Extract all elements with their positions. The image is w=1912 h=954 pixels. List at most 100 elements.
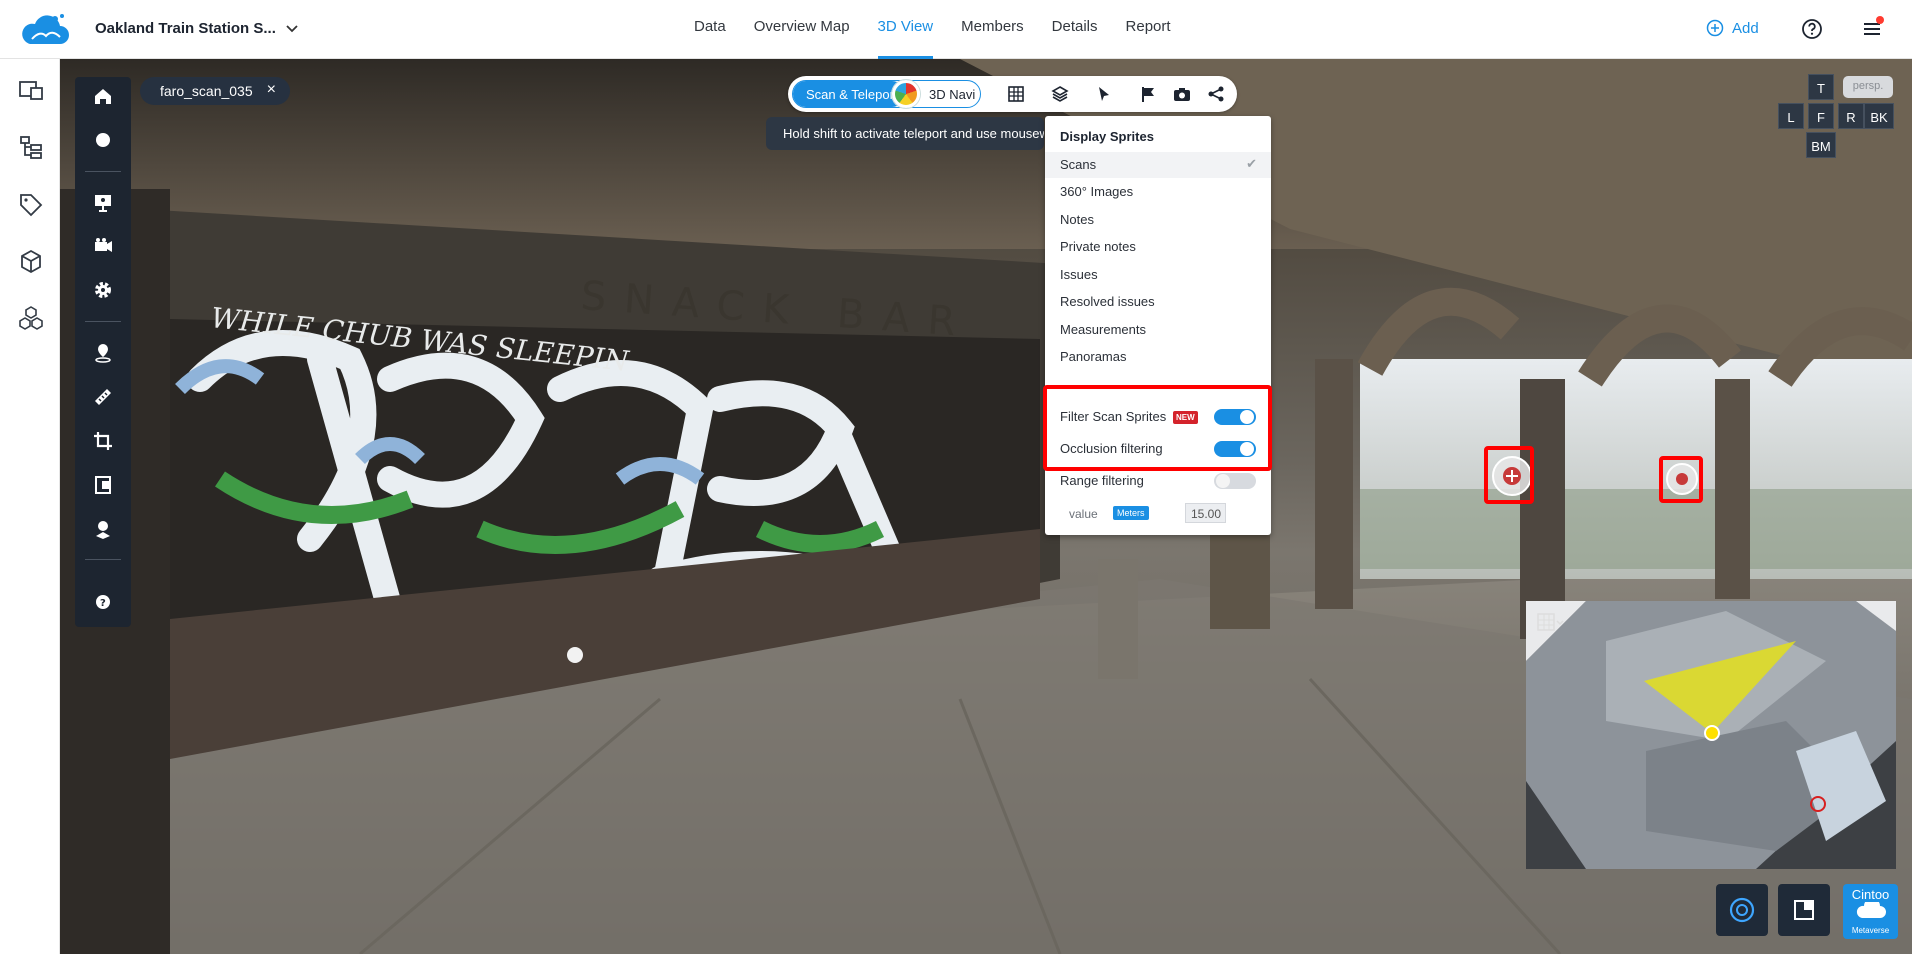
checkmark-icon: ✔ xyxy=(1246,156,1257,171)
sphere-icon xyxy=(96,133,110,147)
scan-station-button[interactable] xyxy=(89,515,117,543)
clipping-icon xyxy=(95,476,111,494)
project-name[interactable]: Oakland Train Station S... xyxy=(95,20,276,37)
tab-report[interactable]: Report xyxy=(1112,0,1185,59)
range-filtering-label: Range filtering xyxy=(1060,473,1144,488)
layers-icon[interactable] xyxy=(1050,84,1070,104)
display-sprites-title: Display Sprites xyxy=(1060,129,1154,144)
sprite-item-notes[interactable]: Notes xyxy=(1045,207,1271,233)
presentation-icon xyxy=(95,195,111,212)
scan-chip[interactable]: faro_scan_035 × xyxy=(140,77,290,105)
sprite-item-scans[interactable]: Scans ✔ xyxy=(1045,152,1271,178)
add-label: Add xyxy=(1732,19,1759,37)
tab-members[interactable]: Members xyxy=(947,0,1038,59)
tool-divider xyxy=(85,321,121,322)
clipping-button[interactable] xyxy=(89,471,117,499)
range-value-label: value xyxy=(1069,507,1098,521)
scan-chip-label: faro_scan_035 xyxy=(160,83,253,99)
sprite-item-panoramas[interactable]: Panoramas xyxy=(1045,344,1271,370)
sphere-button[interactable] xyxy=(89,126,117,154)
svg-text:?: ? xyxy=(100,598,106,609)
chevron-down-icon[interactable] xyxy=(284,18,300,38)
range-value-input[interactable]: 15.00 xyxy=(1185,503,1226,523)
sprite-item-resolved-issues[interactable]: Resolved issues xyxy=(1045,289,1271,315)
minimap-icon xyxy=(1794,900,1814,920)
view-top-button[interactable]: T xyxy=(1808,74,1834,100)
compass-button[interactable] xyxy=(1716,884,1768,936)
mode-toggle[interactable]: Scan & Teleport 3D Navi xyxy=(792,80,981,108)
share-icon[interactable] xyxy=(1206,84,1226,104)
highlight-box-sprite-1 xyxy=(1484,446,1534,504)
metaverse-bottom-label: Metaverse xyxy=(1851,926,1890,935)
left-rail xyxy=(0,59,60,954)
view-front-button[interactable]: F xyxy=(1808,103,1834,129)
sprite-item-issues[interactable]: Issues xyxy=(1045,262,1271,288)
tag-icon[interactable] xyxy=(17,191,45,219)
highlight-box-filters xyxy=(1043,385,1272,471)
home-button[interactable] xyxy=(89,82,117,110)
sprite-item-private-notes[interactable]: Private notes xyxy=(1045,234,1271,260)
mode-switch-knob-icon[interactable] xyxy=(892,80,920,108)
projects-icon[interactable] xyxy=(17,77,45,105)
tool-panel: ? xyxy=(75,77,131,627)
scan-station-icon xyxy=(96,521,110,539)
location-pin-icon xyxy=(95,344,111,363)
sprite-item-360-images[interactable]: 360° Images xyxy=(1045,179,1271,205)
range-filtering-toggle[interactable] xyxy=(1214,473,1256,489)
home-icon xyxy=(95,89,111,104)
cubes-icon[interactable] xyxy=(17,305,45,333)
camera-video-button[interactable] xyxy=(89,232,117,260)
tab-3d-view[interactable]: 3D View xyxy=(864,0,948,59)
sprite-item-label: Scans xyxy=(1060,157,1097,172)
cloud-logo-icon xyxy=(1856,898,1886,918)
nav-tabs: Data Overview Map 3D View Members Detail… xyxy=(680,0,1185,59)
camera-icon[interactable] xyxy=(1172,84,1192,104)
tab-details[interactable]: Details xyxy=(1038,0,1112,59)
help-icon: ? xyxy=(96,595,110,609)
meters-badge: Meters xyxy=(1113,506,1149,520)
notification-dot xyxy=(1876,16,1884,24)
range-filtering-row: Range filtering xyxy=(1060,470,1256,492)
settings-button[interactable] xyxy=(89,276,117,304)
cube-icon[interactable] xyxy=(17,248,45,276)
flag-icon[interactable] xyxy=(1138,84,1158,104)
view-back-button[interactable]: BK xyxy=(1864,103,1894,129)
close-icon[interactable]: × xyxy=(267,82,276,105)
help-circle-icon[interactable] xyxy=(1801,18,1823,40)
scan-teleport-mode[interactable]: Scan & Teleport xyxy=(793,81,905,107)
sprite-item-measurements[interactable]: Measurements xyxy=(1045,317,1271,343)
view-right-button[interactable]: R xyxy=(1838,103,1864,129)
highlight-box-sprite-2 xyxy=(1659,456,1703,503)
location-button[interactable] xyxy=(89,339,117,367)
camera-video-icon xyxy=(95,238,112,252)
add-button[interactable]: Add xyxy=(1706,19,1759,37)
gear-icon xyxy=(95,282,111,298)
display-sprites-menu: Display Sprites Scans ✔ 360° Images Note… xyxy=(1045,116,1271,535)
cloud-logo-icon[interactable] xyxy=(18,12,72,48)
measure-button[interactable] xyxy=(89,383,117,411)
3d-navi-mode[interactable]: 3D Navi xyxy=(929,87,975,102)
crop-button[interactable] xyxy=(89,427,117,455)
perspective-toggle[interactable]: persp. xyxy=(1843,76,1893,98)
compass-icon xyxy=(1729,897,1755,923)
grid-icon[interactable] xyxy=(1536,611,1566,635)
metaverse-top-label: Cintoo xyxy=(1851,887,1890,902)
cintoo-metaverse-button[interactable]: Cintoo Metaverse xyxy=(1843,884,1898,939)
tool-divider xyxy=(85,171,121,172)
minimap[interactable] xyxy=(1526,601,1896,869)
help-button[interactable]: ? xyxy=(89,588,117,616)
tab-overview-map[interactable]: Overview Map xyxy=(740,0,864,59)
minimap-render xyxy=(1526,601,1896,869)
ruler-icon xyxy=(95,389,111,405)
tool-divider xyxy=(85,559,121,560)
minimap-toggle-button[interactable] xyxy=(1778,884,1830,936)
tab-data[interactable]: Data xyxy=(680,0,740,59)
view-left-button[interactable]: L xyxy=(1778,103,1804,129)
presentation-button[interactable] xyxy=(89,188,117,216)
pointer-icon[interactable] xyxy=(1094,84,1114,104)
hierarchy-icon[interactable] xyxy=(17,133,45,161)
view-bottom-button[interactable]: BM xyxy=(1806,132,1836,158)
grid-icon[interactable] xyxy=(1006,84,1026,104)
mode-toolbar: Scan & Teleport 3D Navi xyxy=(788,76,1237,112)
3d-viewer[interactable]: SNACK BAR WHILE CHUB WAS SLEEPIN Cintoo … xyxy=(60,59,1912,954)
